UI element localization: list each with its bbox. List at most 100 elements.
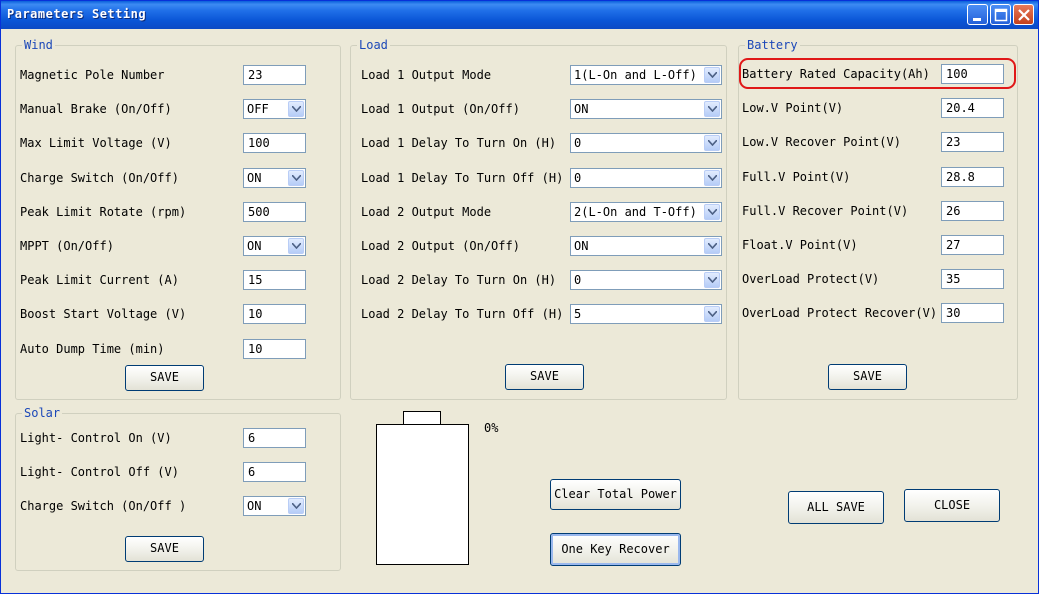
- load-value: 0: [574, 170, 582, 185]
- clear-total-power-button[interactable]: Clear Total Power: [550, 479, 681, 510]
- battery-label-float-v-point-v: Float.V Point(V): [742, 238, 858, 252]
- chevron-down-icon[interactable]: [704, 101, 720, 118]
- wind-input-max-limit-voltage-v[interactable]: 100: [243, 133, 306, 154]
- battery-group-title: Battery: [745, 38, 800, 52]
- wind-label-charge-switch-on-off: Charge Switch (On/Off): [20, 170, 179, 185]
- chevron-down-icon[interactable]: [704, 203, 720, 220]
- chevron-down-icon[interactable]: [288, 238, 304, 254]
- battery-input-low-v-point-v[interactable]: 20.4: [941, 98, 1004, 119]
- chevron-down-icon[interactable]: [704, 135, 720, 152]
- battery-value: 20.4: [946, 101, 975, 116]
- battery-label-full-v-recover-point-v: Full.V Recover Point(V): [742, 203, 909, 218]
- battery-label-low-v-point-v: Low.V Point(V): [742, 101, 844, 116]
- load-select-load-1-output-mode[interactable]: 1(L-On and L-Off): [570, 65, 722, 85]
- maximize-button[interactable]: [990, 4, 1011, 25]
- minimize-button[interactable]: [967, 4, 988, 25]
- one-key-recover-button[interactable]: One Key Recover: [550, 533, 681, 566]
- load-label-load-1-delay-to-turn-on-h: Load 1 Delay To Turn On (H): [361, 136, 557, 151]
- load-value: ON: [574, 102, 589, 117]
- wind-value: 10: [248, 341, 263, 356]
- solar-input-light-control-off-v[interactable]: 6: [243, 462, 306, 482]
- load-save-button[interactable]: SAVE: [505, 364, 584, 390]
- battery-input-full-v-point-v[interactable]: 28.8: [941, 166, 1004, 187]
- wind-input-boost-start-voltage-v[interactable]: 10: [243, 304, 306, 325]
- wind-value: 10: [248, 307, 263, 322]
- wind-save-button[interactable]: SAVE: [125, 365, 204, 391]
- wind-value: ON: [247, 170, 262, 185]
- title-bar[interactable]: Parameters Setting: [1, 1, 1038, 29]
- battery-input-overload-protect-v[interactable]: 35: [941, 269, 1004, 290]
- battery-value: 23: [946, 135, 961, 150]
- load-value: 0: [574, 273, 582, 288]
- close-window-button[interactable]: [1013, 4, 1034, 25]
- wind-value: OFF: [247, 102, 269, 117]
- all-save-button[interactable]: ALL SAVE: [788, 491, 884, 524]
- load-label-load-2-delay-to-turn-off-h: Load 2 Delay To Turn Off (H): [361, 307, 564, 322]
- wind-select-mppt-on-off[interactable]: ON: [243, 236, 306, 256]
- solar-select-charge-switch-on-off[interactable]: ON: [243, 496, 306, 516]
- solar-value: 6: [248, 431, 256, 445]
- load-label-load-1-output-on-off: Load 1 Output (On/Off): [361, 102, 520, 117]
- load-label-load-2-output-on-off: Load 2 Output (On/Off): [361, 239, 520, 253]
- chevron-down-icon[interactable]: [704, 169, 720, 186]
- load-label-load-1-delay-to-turn-off-h: Load 1 Delay To Turn Off (H): [361, 170, 564, 185]
- battery-label-low-v-recover-point-v: Low.V Recover Point(V): [742, 135, 901, 150]
- load-select-load-2-delay-to-turn-off-h[interactable]: 5: [570, 304, 722, 325]
- chevron-down-icon[interactable]: [288, 101, 304, 118]
- load-value: 0: [574, 136, 582, 151]
- chevron-down-icon[interactable]: [288, 498, 304, 514]
- load-select-load-1-delay-to-turn-off-h[interactable]: 0: [570, 167, 722, 188]
- wind-value: 100: [248, 136, 270, 151]
- battery-save-button[interactable]: SAVE: [828, 364, 907, 390]
- solar-label-light-control-on-v: Light- Control On (V): [20, 431, 172, 445]
- battery-indicator-terminal: [403, 411, 441, 425]
- load-select-load-1-delay-to-turn-on-h[interactable]: 0: [570, 133, 722, 154]
- wind-group-title: Wind: [22, 38, 55, 52]
- battery-input-low-v-recover-point-v[interactable]: 23: [941, 132, 1004, 153]
- battery-input-float-v-point-v[interactable]: 27: [941, 235, 1004, 255]
- chevron-down-icon[interactable]: [704, 238, 720, 254]
- maximize-icon: [994, 8, 1008, 22]
- battery-input-overload-protect-recover-v[interactable]: 30: [941, 303, 1004, 324]
- battery-capacity-highlight: [739, 58, 1016, 89]
- load-select-load-2-output-mode[interactable]: 2(L-On and T-Off): [570, 201, 722, 222]
- wind-label-peak-limit-rotate-rpm: Peak Limit Rotate (rpm): [20, 204, 187, 219]
- load-value: 2(L-On and T-Off): [574, 204, 697, 219]
- chevron-down-icon[interactable]: [704, 306, 720, 323]
- solar-input-light-control-on-v[interactable]: 6: [243, 428, 306, 448]
- battery-value: 30: [946, 306, 961, 321]
- wind-label-auto-dump-time-min: Auto Dump Time (min): [20, 341, 165, 356]
- parameters-window: Parameters Setting Wind Magnetic Pole Nu…: [0, 0, 1039, 594]
- wind-input-auto-dump-time-min[interactable]: 10: [243, 338, 306, 359]
- close-button[interactable]: CLOSE: [904, 489, 1000, 522]
- solar-label-light-control-off-v: Light- Control Off (V): [20, 465, 179, 479]
- load-select-load-2-output-on-off[interactable]: ON: [570, 236, 722, 256]
- wind-value: 15: [248, 273, 263, 288]
- wind-label-manual-brake-on-off: Manual Brake (On/Off): [20, 102, 172, 117]
- minimize-icon: [973, 18, 981, 21]
- battery-percent-label: 0%: [484, 421, 499, 435]
- chevron-down-icon[interactable]: [288, 169, 304, 186]
- battery-label-overload-protect-recover-v: OverLoad Protect Recover(V): [742, 306, 938, 321]
- window-title: Parameters Setting: [7, 7, 147, 21]
- wind-select-charge-switch-on-off[interactable]: ON: [243, 167, 306, 188]
- wind-input-magnetic-pole-number[interactable]: 23: [243, 65, 306, 85]
- load-value: 5: [574, 307, 582, 322]
- solar-save-button[interactable]: SAVE: [125, 536, 204, 562]
- chevron-down-icon[interactable]: [704, 67, 720, 83]
- battery-input-full-v-recover-point-v[interactable]: 26: [941, 200, 1004, 221]
- battery-value: 26: [946, 203, 961, 218]
- chevron-down-icon[interactable]: [704, 272, 720, 289]
- solar-value: ON: [247, 499, 262, 513]
- close-icon: [1018, 9, 1030, 21]
- load-value: 1(L-On and L-Off): [574, 68, 697, 82]
- wind-value: ON: [247, 239, 262, 253]
- load-value: ON: [574, 239, 589, 253]
- load-select-load-2-delay-to-turn-on-h[interactable]: 0: [570, 270, 722, 291]
- wind-label-peak-limit-current-a: Peak Limit Current (A): [20, 273, 179, 288]
- solar-group-title: Solar: [22, 406, 63, 420]
- wind-input-peak-limit-current-a[interactable]: 15: [243, 270, 306, 291]
- wind-input-peak-limit-rotate-rpm[interactable]: 500: [243, 201, 306, 222]
- load-select-load-1-output-on-off[interactable]: ON: [570, 99, 722, 120]
- wind-select-manual-brake-on-off[interactable]: OFF: [243, 99, 306, 120]
